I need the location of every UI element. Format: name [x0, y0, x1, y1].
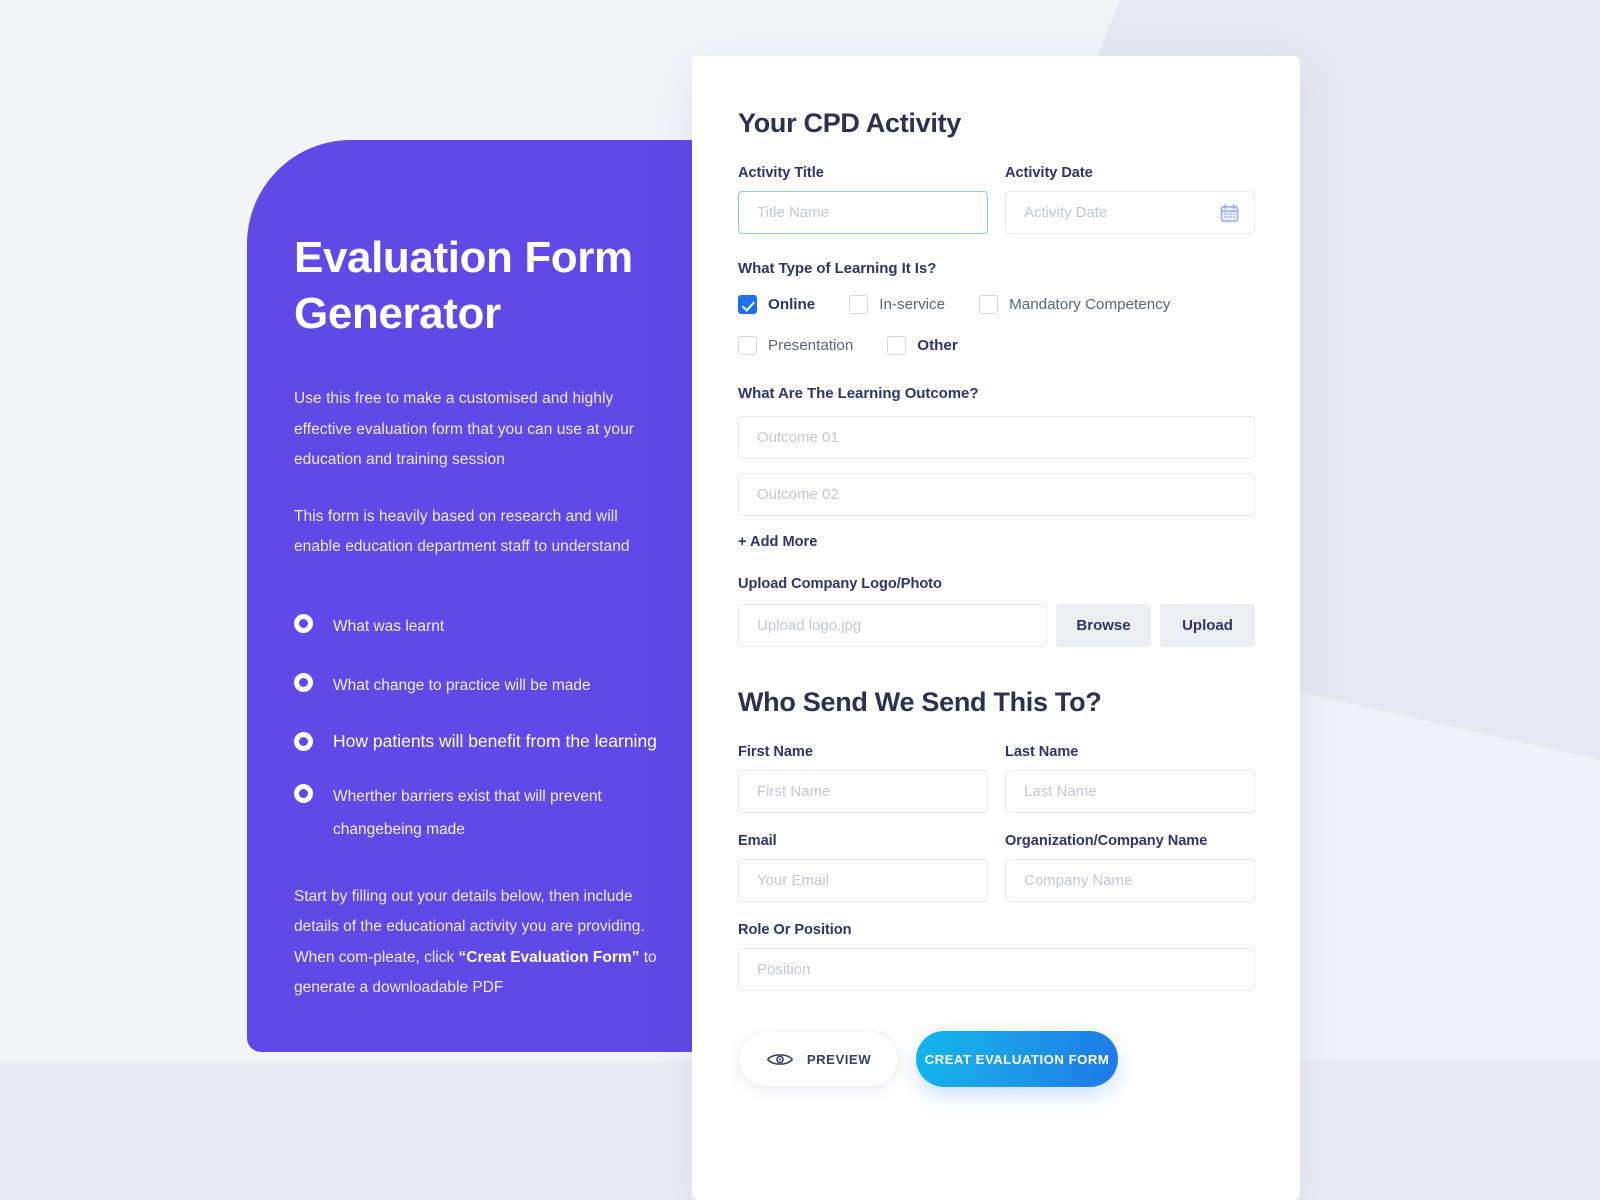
page-title: Evaluation Form Generator — [294, 233, 633, 338]
organization-input[interactable] — [1005, 859, 1255, 902]
checkbox-presentation-label: Presentation — [768, 337, 854, 354]
outcome-02-input[interactable] — [738, 473, 1255, 516]
first-name-label: First Name — [738, 744, 813, 760]
outcome-01-input[interactable] — [738, 416, 1255, 459]
checkbox-other-box[interactable] — [887, 336, 907, 355]
first-name-group: First Name — [738, 744, 988, 813]
upload-row: Browse Upload — [738, 604, 1255, 647]
checkbox-in-service[interactable]: In-service — [849, 295, 945, 314]
checkbox-other[interactable]: Other — [887, 336, 958, 355]
activity-date-wrapper — [1005, 191, 1255, 234]
checkbox-online-box[interactable] — [738, 295, 757, 314]
checkbox-presentation[interactable]: Presentation — [738, 336, 853, 355]
browse-button[interactable]: Browse — [1056, 604, 1151, 647]
bullet-label: How patients will benefit from the learn… — [333, 730, 657, 751]
list-item: What was learnt — [294, 610, 666, 643]
cpd-activity-heading: Your CPD Activity — [738, 108, 961, 138]
form-card: Your CPD Activity Activity Title Activit… — [692, 56, 1300, 1200]
name-row: First Name Last Name — [738, 744, 1255, 813]
activity-date-group: Activity Date — [1005, 165, 1255, 234]
email-label: Email — [738, 833, 777, 849]
activity-title-date-row: Activity Title Activity Date — [738, 165, 1255, 234]
eye-icon — [766, 1051, 794, 1068]
hero-footnote-emphasis: “Creat Evaluation Form” — [458, 948, 640, 966]
recipient-heading: Who Send We Send This To? — [738, 687, 1102, 717]
preview-button-label: PREVIEW — [806, 1051, 872, 1067]
email-input[interactable] — [738, 859, 988, 902]
first-name-input[interactable] — [738, 770, 988, 813]
learning-outcome-question: What Are The Learning Outcome? — [738, 385, 979, 402]
bullet-label: What change to practice will be made — [333, 676, 591, 694]
upload-button[interactable]: Upload — [1160, 604, 1255, 647]
role-label: Role Or Position — [738, 922, 852, 938]
bullet-dot-icon — [294, 613, 313, 633]
create-evaluation-form-button[interactable]: CREAT EVALUATION FORM — [916, 1031, 1118, 1087]
hero-paragraph-2: This form is heavily based on research a… — [294, 507, 630, 556]
activity-date-label: Activity Date — [1005, 165, 1093, 181]
list-item: How patients will benefit from the learn… — [294, 728, 666, 754]
role-group: Role Or Position — [738, 922, 1255, 991]
hero-footnote: Start by filling out your details below,… — [294, 882, 666, 1004]
add-more-button[interactable]: + Add More — [738, 534, 1255, 550]
list-item: Wherther barriers exist that will preven… — [294, 780, 666, 846]
last-name-label: Last Name — [1005, 744, 1079, 760]
activity-date-input[interactable] — [1005, 191, 1255, 234]
learning-type-row-1: Online In-service Mandatory Competency — [738, 295, 1255, 314]
checkbox-other-label: Other — [917, 337, 958, 354]
checkbox-mandatory-competency-box[interactable] — [979, 295, 999, 314]
list-item: What change to practice will be made — [294, 669, 666, 702]
checkbox-in-service-label: In-service — [879, 296, 946, 313]
checkbox-in-service-box[interactable] — [849, 295, 869, 314]
bullet-dot-icon — [294, 672, 313, 692]
organization-label: Organization/Company Name — [1005, 833, 1208, 849]
form-content: Your CPD Activity Activity Title Activit… — [738, 108, 1255, 1087]
activity-title-label: Activity Title — [738, 165, 824, 181]
bullet-label: What was learnt — [333, 617, 445, 635]
preview-button[interactable]: PREVIEW — [738, 1031, 899, 1087]
email-organization-row: Email Organization/Company Name — [738, 833, 1255, 902]
hero-content: Evaluation Form Generator Use this free … — [294, 230, 666, 1004]
hero-panel: Evaluation Form Generator Use this free … — [247, 140, 692, 1052]
last-name-group: Last Name — [1005, 744, 1255, 813]
hero-bullet-list: What was learnt What change to practice … — [294, 610, 666, 846]
learning-type-question: What Type of Learning It Is? — [738, 260, 937, 277]
activity-title-input[interactable] — [738, 191, 988, 234]
checkbox-presentation-box[interactable] — [738, 336, 757, 355]
form-actions: PREVIEW CREAT EVALUATION FORM — [738, 1031, 1255, 1087]
checkbox-online[interactable]: Online — [738, 295, 815, 314]
learning-type-row-2: Presentation Other — [738, 336, 1255, 355]
bullet-label: Wherther barriers exist that will preven… — [333, 787, 602, 838]
checkbox-mandatory-competency-label: Mandatory Competency — [1009, 296, 1171, 313]
bullet-dot-icon — [294, 783, 313, 803]
upload-file-input[interactable] — [738, 604, 1047, 647]
email-group: Email — [738, 833, 988, 902]
upload-logo-label: Upload Company Logo/Photo — [738, 576, 942, 592]
activity-title-group: Activity Title — [738, 165, 988, 234]
last-name-input[interactable] — [1005, 770, 1255, 813]
checkbox-mandatory-competency[interactable]: Mandatory Competency — [979, 295, 1170, 314]
checkbox-online-label: Online — [768, 296, 816, 313]
organization-group: Organization/Company Name — [1005, 833, 1255, 902]
hero-paragraph-1: Use this free to make a customised and h… — [294, 390, 634, 468]
bullet-dot-icon — [294, 731, 313, 751]
role-input[interactable] — [738, 948, 1255, 991]
